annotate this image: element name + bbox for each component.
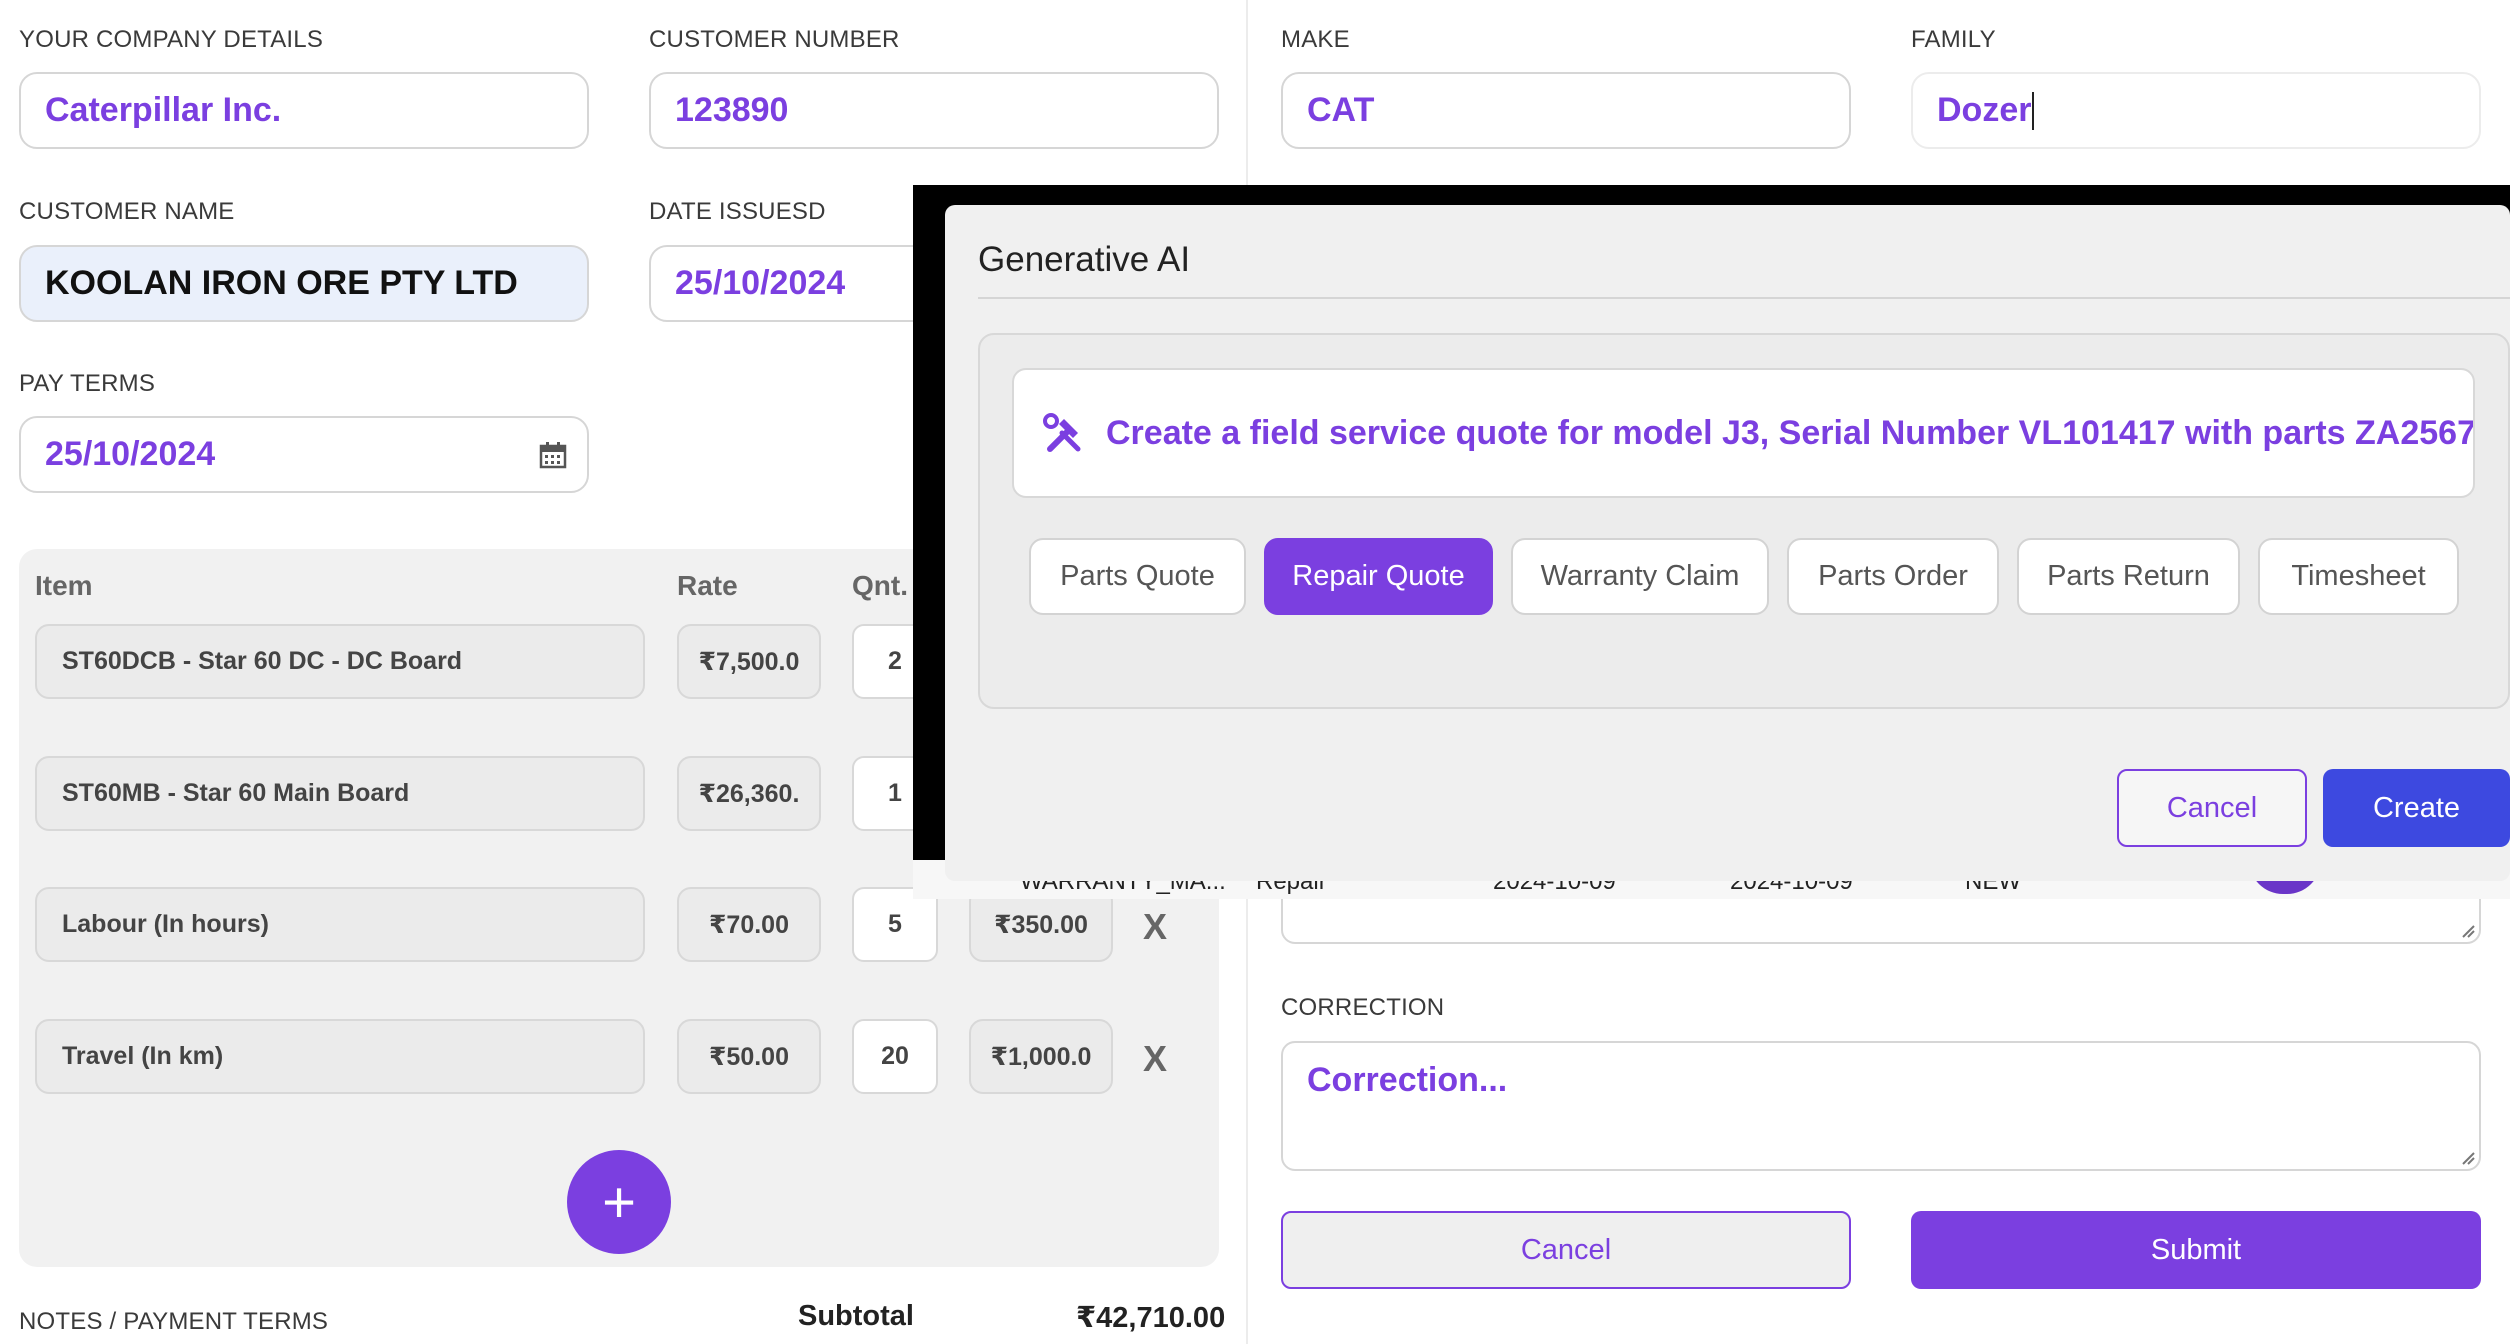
subtotal-value: ₹42,710.00 [1076,1302,1226,1334]
rate-column-header: Rate [677,570,738,601]
make-label: MAKE [1281,26,1350,53]
customer-number-field[interactable]: 123890 [649,72,1219,149]
correction-textarea[interactable]: Correction... [1281,1041,2481,1171]
modal-divider [978,297,2510,299]
company-label: YOUR COMPANY DETAILS [19,26,324,53]
modal-title: Generative AI [978,240,1191,279]
pay-terms-value: 25/10/2024 [45,435,216,473]
item-qty-field[interactable]: 20 [852,1019,938,1094]
submit-button[interactable]: Submit [1911,1211,2481,1289]
make-field[interactable]: CAT [1281,72,1851,149]
cancel-button[interactable]: Cancel [1281,1211,1851,1289]
modal-cancel-button[interactable]: Cancel [2117,769,2307,847]
prompt-input[interactable]: Create a field service quote for model J… [1012,368,2475,498]
resize-grip-icon[interactable] [2459,1149,2475,1165]
family-label: FAMILY [1911,26,1996,53]
resize-grip-icon[interactable] [2459,922,2475,938]
customer-number-label: CUSTOMER NUMBER [649,26,900,53]
item-name-field[interactable]: ST60MB - Star 60 Main Board [35,756,645,831]
customer-name-label: CUSTOMER NAME [19,198,235,225]
remove-item-button[interactable]: X [1143,906,1167,948]
item-rate-field[interactable]: ₹70.00 [677,887,821,962]
chip-repair-quote[interactable]: Repair Quote [1264,538,1493,615]
chip-warranty-claim[interactable]: Warranty Claim [1511,538,1769,615]
item-amount-field: ₹1,000.0 [969,1019,1113,1094]
calendar-icon[interactable] [539,441,567,469]
prompt-text: Create a field service quote for model J… [1106,413,2475,452]
tools-icon [1042,411,1086,455]
chip-parts-quote[interactable]: Parts Quote [1029,538,1246,615]
company-field[interactable]: Caterpillar Inc. [19,72,589,149]
backdrop-edge [913,306,947,899]
item-name-field[interactable]: ST60DCB - Star 60 DC - DC Board [35,624,645,699]
item-rate-field[interactable]: ₹50.00 [677,1019,821,1094]
pay-terms-label: PAY TERMS [19,370,156,397]
pay-terms-field[interactable]: 25/10/2024 [19,416,589,493]
correction-label: CORRECTION [1281,994,1445,1021]
chip-parts-order[interactable]: Parts Order [1787,538,1999,615]
qty-column-header: Qnt. [852,570,908,601]
chip-parts-return[interactable]: Parts Return [2017,538,2240,615]
family-value: Dozer [1937,91,2032,129]
item-column-header: Item [35,570,93,601]
subtotal-label: Subtotal [798,1300,914,1332]
chip-timesheet[interactable]: Timesheet [2258,538,2459,615]
text-cursor [2032,91,2035,130]
item-name-field[interactable]: Labour (In hours) [35,887,645,962]
correction-placeholder: Correction... [1307,1061,1508,1099]
modal-create-button[interactable]: Create [2323,769,2510,847]
item-rate-field[interactable]: ₹26,360. [677,756,821,831]
notes-label: NOTES / PAYMENT TERMS [19,1308,329,1335]
customer-name-field[interactable]: KOOLAN IRON ORE PTY LTD [19,245,589,322]
date-issued-label: DATE ISSUESD [649,198,826,225]
item-name-field[interactable]: Travel (In km) [35,1019,645,1094]
add-item-button[interactable]: + [567,1150,671,1254]
remove-item-button[interactable]: X [1143,1038,1167,1080]
item-rate-field[interactable]: ₹7,500.0 [677,624,821,699]
family-field[interactable]: Dozer [1911,72,2481,149]
